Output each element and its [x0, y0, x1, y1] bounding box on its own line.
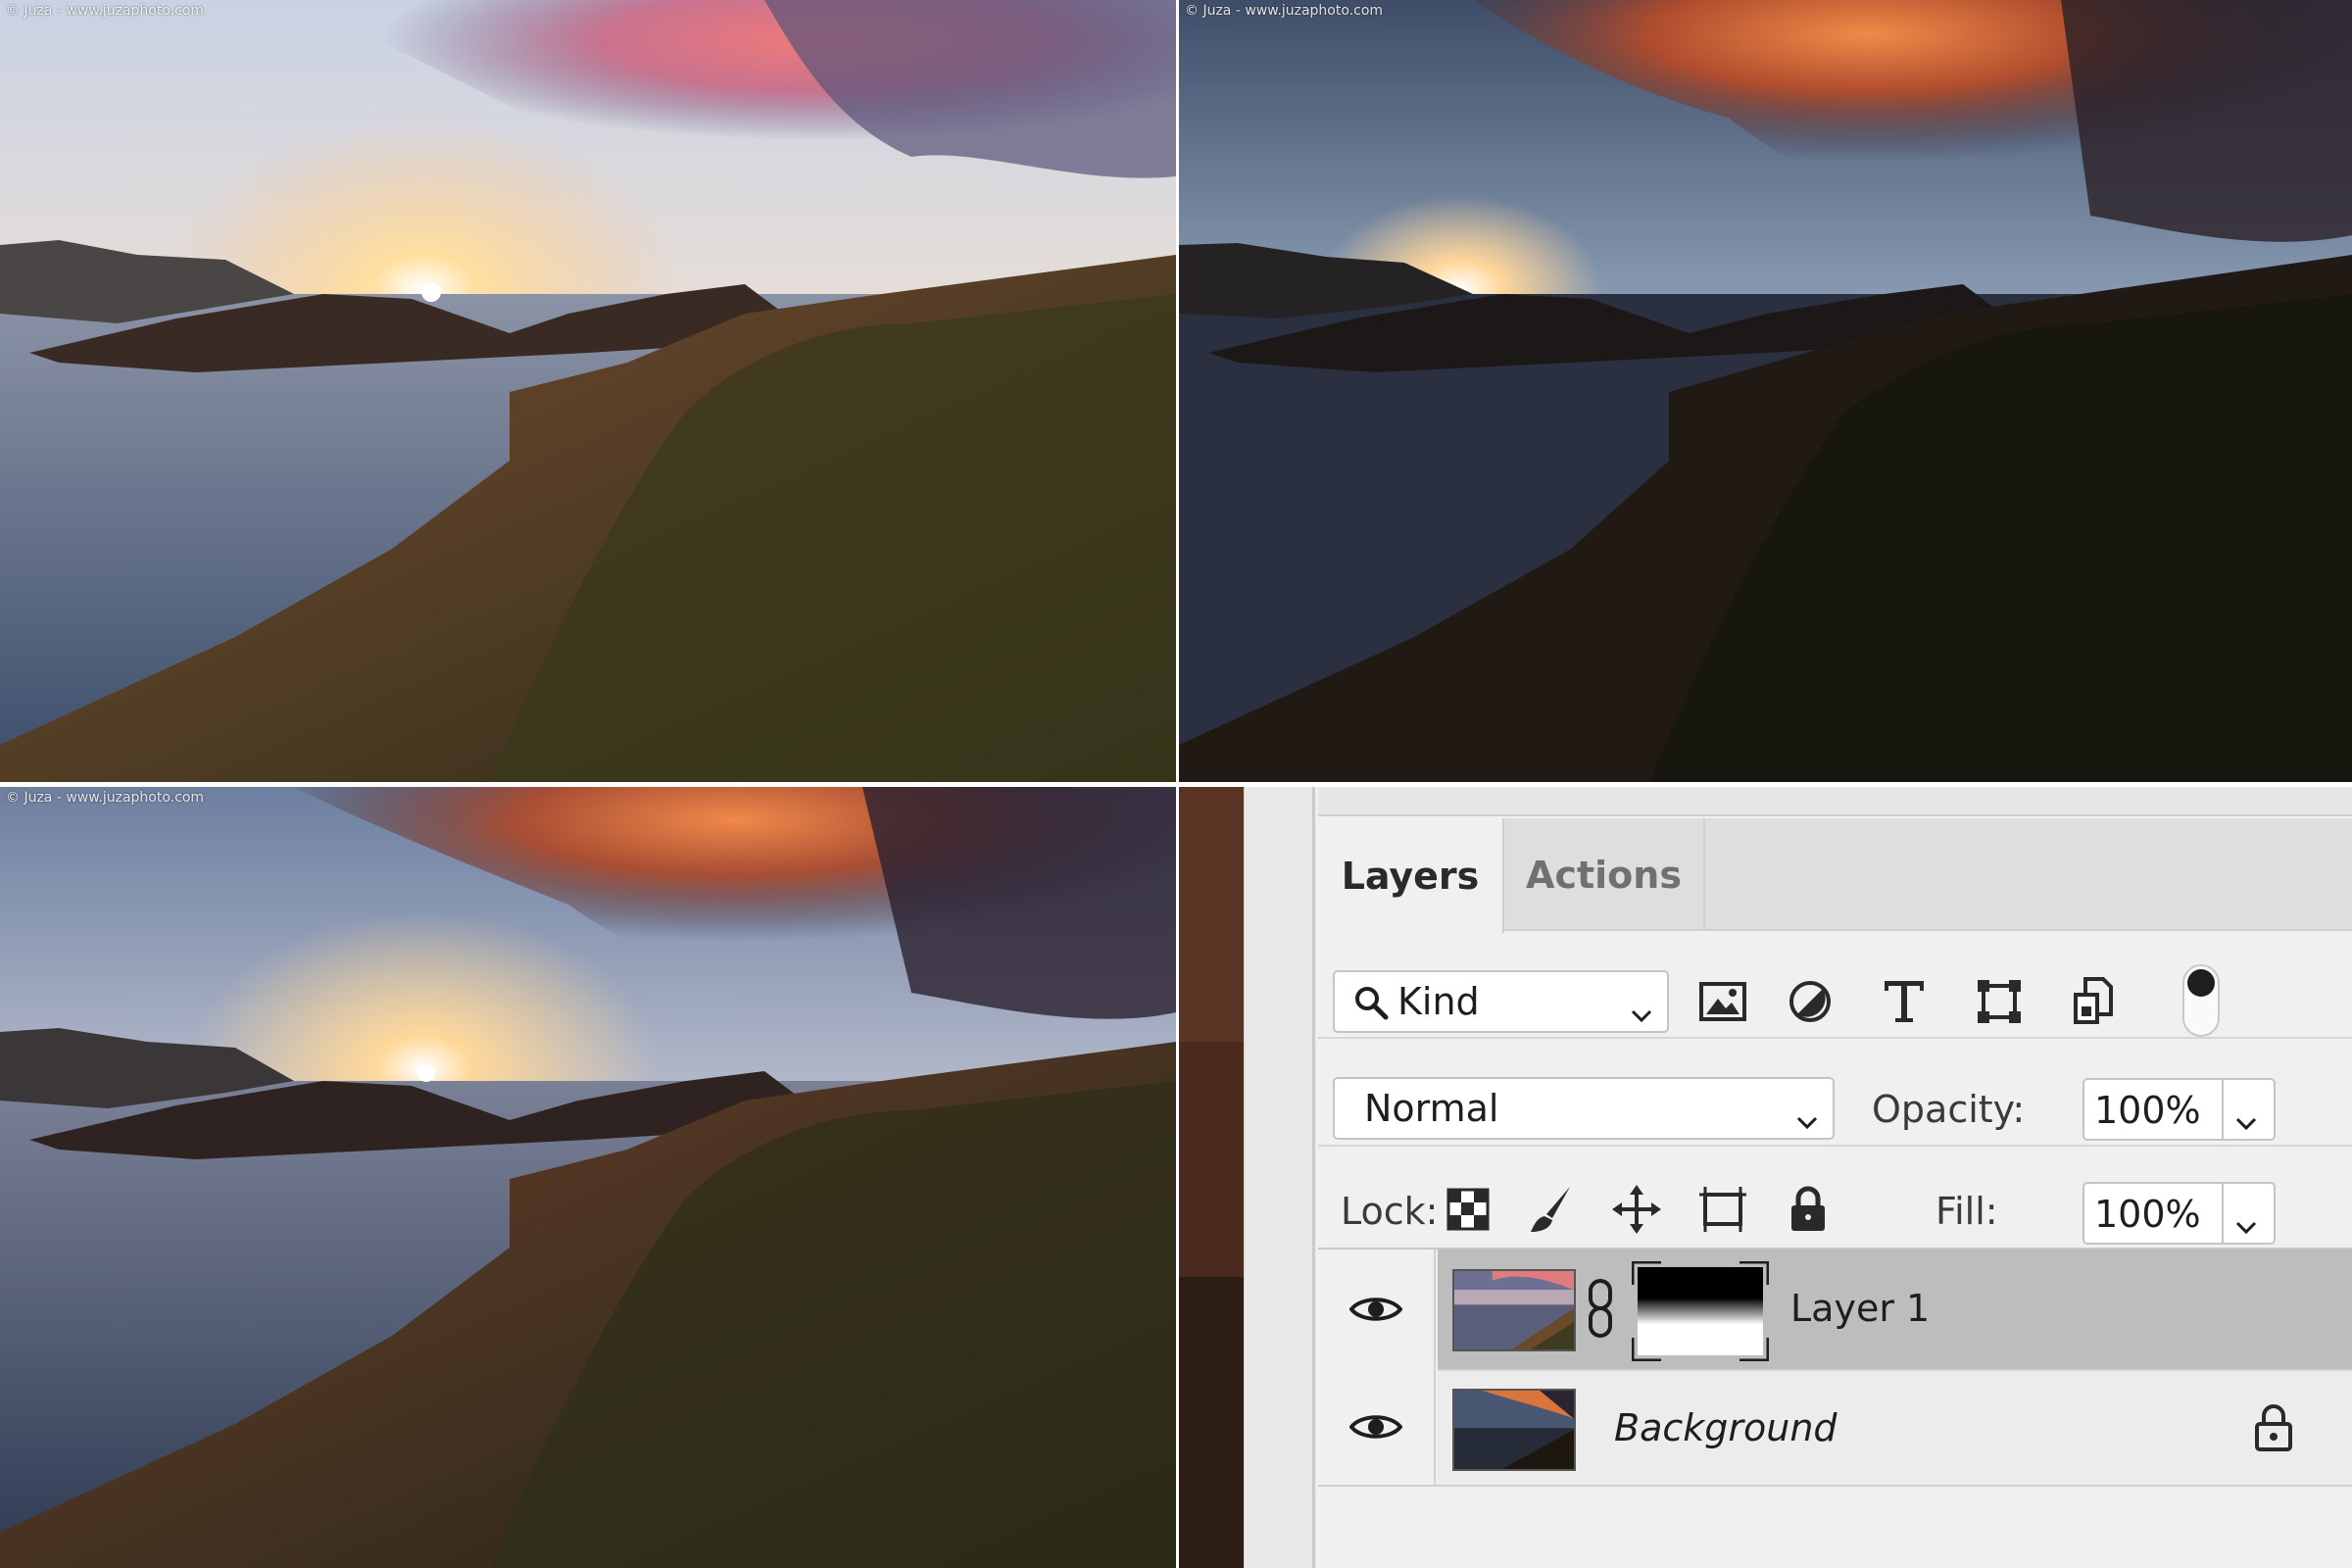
panel-body: Layers Actions Kind Normal Opacity: 100%…: [1318, 787, 2352, 1568]
lock-transparent-icon[interactable]: [1441, 1182, 1495, 1237]
visibility-toggle[interactable]: [1318, 1250, 1436, 1369]
layer-row-background[interactable]: Background: [1318, 1369, 2352, 1487]
lock-artboard-icon[interactable]: [1695, 1182, 1750, 1237]
photo-final: © Juza - www.juzaphoto.com: [0, 787, 1176, 1568]
fill-field[interactable]: 100%: [2082, 1182, 2276, 1245]
layer-1-thumbnail: [1452, 1269, 1576, 1351]
lock-all-icon[interactable]: [1781, 1182, 1836, 1237]
background-thumbnail: [1452, 1389, 1576, 1471]
watermark: © Juza - www.juzaphoto.com: [1185, 3, 1384, 19]
field-separator: [2222, 1184, 2224, 1243]
chevron-down-icon: [1795, 1099, 1819, 1142]
field-separator: [2222, 1080, 2224, 1139]
layer-1-main[interactable]: Layer 1: [1438, 1250, 2352, 1369]
layer-row-layer-1[interactable]: Layer 1: [1318, 1250, 2352, 1369]
visibility-toggle[interactable]: [1318, 1369, 1436, 1485]
chevron-down-icon: [1630, 992, 1653, 1035]
lock-image-icon[interactable]: [1524, 1182, 1579, 1237]
layer-filter-row: Kind: [1318, 931, 2352, 1039]
opacity-value: 100%: [2094, 1089, 2201, 1132]
chevron-down-icon[interactable]: [2234, 1203, 2258, 1247]
adjustment-filter-icon[interactable]: [1783, 974, 1838, 1029]
blend-mode-select[interactable]: Normal: [1333, 1077, 1835, 1140]
panel-tabs: Layers Actions: [1318, 818, 2352, 933]
tab-actions[interactable]: Actions: [1504, 818, 1705, 931]
lock-position-icon[interactable]: [1609, 1182, 1664, 1237]
layers-panel: Layers Actions Kind Normal Opacity: 100%…: [1244, 787, 2352, 1568]
photo-original: © Juza - www.juzaphoto.com: [0, 0, 1176, 782]
chevron-down-icon[interactable]: [2234, 1100, 2258, 1143]
lock-icon: [2254, 1402, 2293, 1456]
blend-mode-value: Normal: [1364, 1087, 1499, 1130]
fill-label: Fill:: [1936, 1190, 1998, 1233]
blend-row: Normal Opacity: 100%: [1318, 1039, 2352, 1147]
background-layer-name: Background: [1614, 1406, 1838, 1449]
eye-icon: [1349, 1415, 1402, 1439]
lock-label: Lock:: [1341, 1190, 1439, 1233]
tab-actions-label: Actions: [1526, 853, 1682, 897]
tab-layers[interactable]: Layers: [1318, 818, 1504, 933]
panel-gutter: [1245, 787, 1315, 1568]
link-icon[interactable]: [1585, 1277, 1616, 1345]
background-layer-main[interactable]: Background: [1438, 1369, 2352, 1485]
watermark: © Juza - www.juzaphoto.com: [6, 3, 205, 19]
kind-filter-value: Kind: [1397, 980, 1480, 1023]
photo-edge-strip: [1179, 787, 1244, 1568]
layer-1-name: Layer 1: [1790, 1287, 1931, 1330]
shape-filter-icon[interactable]: [1972, 974, 2027, 1029]
layer-mask-thumbnail[interactable]: [1632, 1261, 1769, 1361]
image-filter-icon[interactable]: [1695, 974, 1750, 1029]
watermark: © Juza - www.juzaphoto.com: [6, 790, 205, 806]
type-filter-icon[interactable]: [1877, 974, 1932, 1029]
fill-value: 100%: [2094, 1193, 2201, 1236]
lock-row: Lock: Fill: 100%: [1318, 1147, 2352, 1250]
kind-filter-select[interactable]: Kind: [1333, 970, 1669, 1033]
filter-toggle[interactable]: [2182, 964, 2220, 1037]
search-icon: [1352, 984, 1390, 1030]
toggle-knob: [2187, 969, 2215, 997]
opacity-label: Opacity:: [1872, 1088, 2026, 1131]
opacity-field[interactable]: 100%: [2082, 1078, 2276, 1141]
eye-icon: [1349, 1298, 1402, 1321]
tab-layers-label: Layers: [1341, 854, 1480, 898]
smart-object-filter-icon[interactable]: [2066, 974, 2121, 1029]
photo-darkened: © Juza - www.juzaphoto.com: [1179, 0, 2352, 782]
panel-top-strip: [1318, 787, 2352, 816]
